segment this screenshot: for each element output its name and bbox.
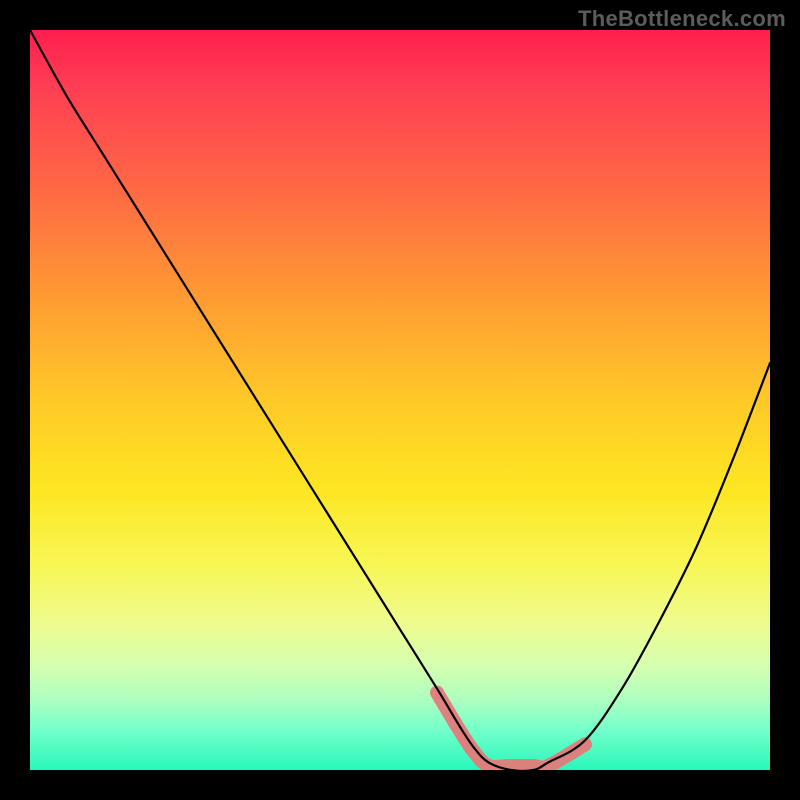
watermark-text: TheBottleneck.com	[578, 6, 786, 32]
chart-frame: TheBottleneck.com	[0, 0, 800, 800]
plot-area	[30, 30, 770, 770]
curve-layer	[30, 30, 770, 770]
bottleneck-curve	[30, 30, 770, 770]
